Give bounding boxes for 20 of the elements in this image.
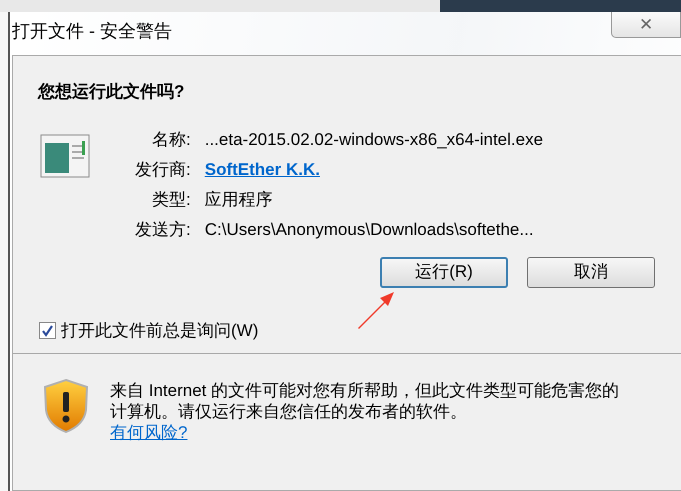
warning-shield-icon [42, 378, 90, 434]
field-value: 应用程序 [204, 188, 273, 210]
run-button[interactable]: 运行(R) [380, 256, 508, 288]
risk-link[interactable]: 有何风险? [110, 423, 188, 442]
publisher-link[interactable]: SoftEther K.K. [204, 156, 320, 182]
field-label: 发行商: [135, 158, 191, 180]
field-label: 类型: [151, 188, 191, 210]
dialog-question: 您想运行此文件吗? [38, 81, 186, 103]
field-value: C:\Users\Anonymous\Downloads\softethe... [204, 218, 534, 240]
annotation-arrow [356, 290, 396, 330]
warning-text: 来自 Internet 的文件可能对您有所帮助，但此文件类型可能危害您的计算机。请仅运行来自您信任的发布者的软件。 [110, 380, 620, 422]
close-button[interactable]: ✕ [611, 12, 681, 38]
field-label: 发送方: [135, 218, 191, 240]
field-value: ...eta-2015.02.02-windows-x86_x64-intel.exe [204, 128, 544, 150]
checkbox[interactable] [39, 322, 56, 339]
cancel-button[interactable]: 取消 [527, 256, 655, 288]
window-title: 打开文件 - 安全警告 [12, 20, 172, 43]
field-label: 名称: [151, 128, 191, 150]
checkbox-label: 打开此文件前总是询问(W) [61, 320, 258, 342]
application-icon [39, 132, 91, 178]
